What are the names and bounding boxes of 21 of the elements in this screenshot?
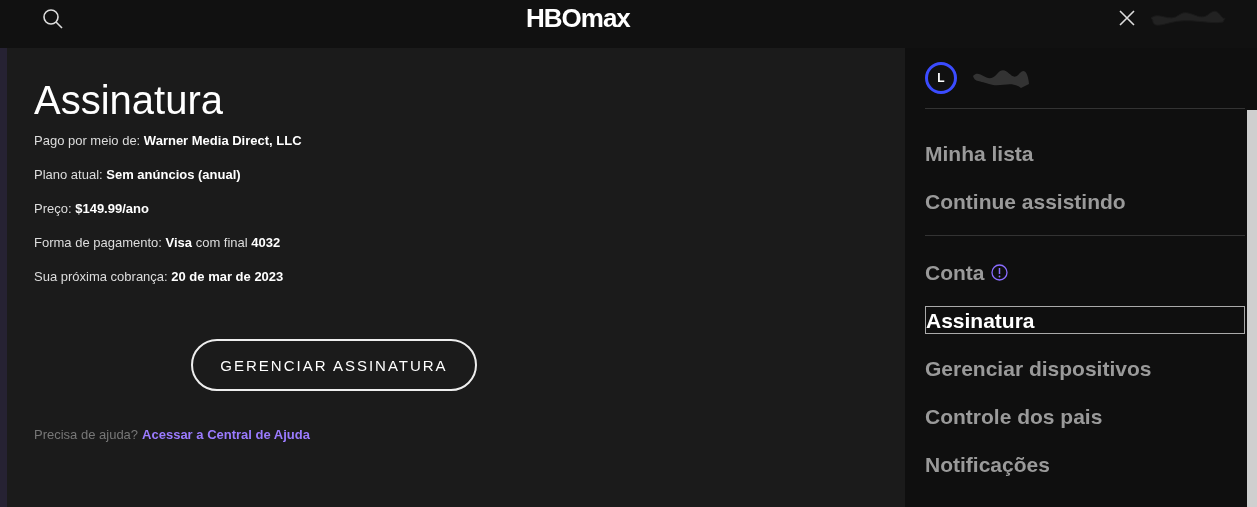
menu-item[interactable]: Minha lista — [925, 129, 1245, 177]
search-icon[interactable] — [42, 8, 64, 30]
logo[interactable]: HBOmax — [526, 3, 630, 34]
help-text: Precisa de ajuda? — [34, 427, 139, 442]
manage-subscription-button[interactable]: GERENCIAR ASSINATURA — [191, 339, 477, 391]
detail-text: Sua próxima cobrança: 20 de mar de 2023 — [34, 269, 285, 284]
menu-item[interactable]: Assinatura — [925, 306, 1245, 334]
scrollbar[interactable] — [1247, 110, 1257, 507]
detail-text: Forma de pagamento: Visa com final 4032 — [34, 235, 282, 250]
detail-text: Plano atual: Sem anúncios (anual) — [34, 167, 242, 182]
menu-item[interactable]: Notificações — [925, 440, 1245, 488]
help-center-link[interactable]: Acessar a Central de Ajuda — [142, 427, 310, 442]
menu-item[interactable]: Continue assistindo — [925, 177, 1245, 225]
profile-avatar[interactable]: L — [925, 62, 957, 94]
menu-item[interactable]: Conta — [925, 248, 1245, 296]
detail-text: Preço: $149.99/ano — [34, 201, 150, 216]
menu-item[interactable]: Gerenciar dispositivos — [925, 344, 1245, 392]
detail-text: Pago por meio de: Warner Media Direct, LLC — [34, 133, 303, 148]
close-icon[interactable] — [1119, 10, 1135, 26]
menu-item[interactable]: Controle dos pais — [925, 392, 1245, 440]
page-title: Assinatura — [34, 78, 224, 123]
